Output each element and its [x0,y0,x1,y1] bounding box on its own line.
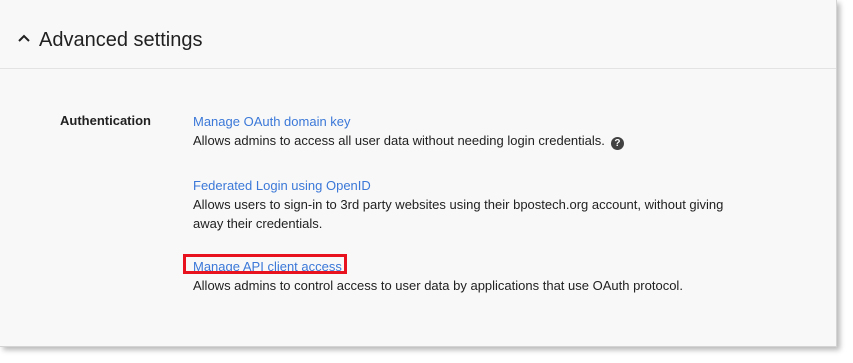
section-title: Advanced settings [39,29,203,51]
advanced-settings-card: Advanced settings Authentication Manage … [0,0,837,347]
setting-federated-login: Federated Login using OpenID Allows user… [193,176,753,233]
setting-api-client-access: Manage API client access Allows admins t… [193,257,753,295]
setting-oauth-domain-key: Manage OAuth domain key Allows admins to… [193,112,753,150]
setting-description: Allows users to sign-in to 3rd party web… [193,197,724,231]
setting-description: Allows admins to access all user data wi… [193,131,753,150]
setting-description: Allows admins to control access to user … [193,278,683,293]
manage-oauth-domain-key-link[interactable]: Manage OAuth domain key [193,113,351,131]
authentication-label: Authentication [60,113,151,128]
card-header: Advanced settings [0,0,836,69]
help-circle-icon[interactable]: ? [610,137,624,150]
chevron-up-icon[interactable] [16,30,32,46]
manage-api-client-access-link[interactable]: Manage API client access [193,258,342,276]
federated-login-openid-link[interactable]: Federated Login using OpenID [193,177,371,195]
setting-description-text: Allows admins to access all user data wi… [193,133,605,148]
